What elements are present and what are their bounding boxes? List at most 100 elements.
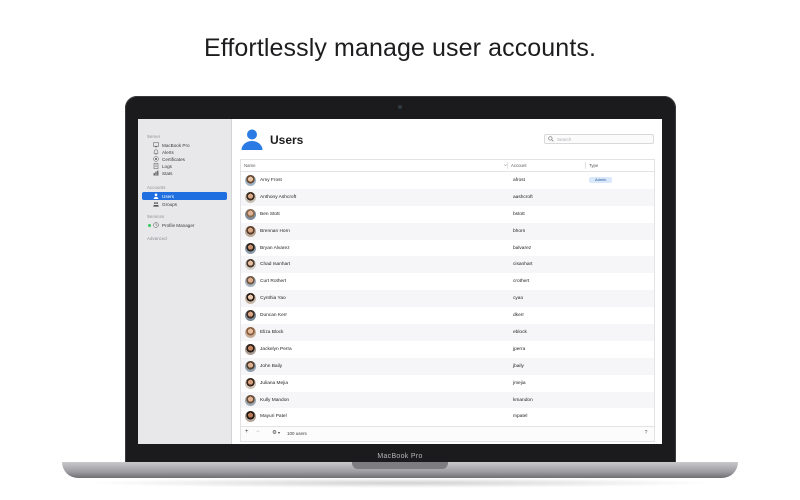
status-running-dot [148, 223, 151, 227]
sidebar-item-groups[interactable]: Groups [142, 200, 227, 208]
app-window: Server MacBook Pro Alerts Certificates L… [138, 119, 662, 444]
sidebar-section-server: Server [147, 134, 161, 139]
table-body: Amy Frost afrost Admin Anthony Ashcroft … [241, 172, 654, 425]
sidebar-item-label: MacBook Pro [162, 142, 190, 148]
chevron-down-icon: ▾ [277, 429, 280, 435]
user-account: balvarez [513, 245, 532, 251]
column-header-type[interactable]: Type [589, 163, 598, 168]
user-account: aashcroft [513, 194, 533, 200]
sidebar-item-stats[interactable]: Stats [142, 169, 227, 177]
help-button[interactable]: ? [642, 429, 650, 437]
user-name: John Baily [260, 363, 283, 369]
table-row[interactable]: Jackelyn Perra jperra [241, 341, 654, 358]
avatar [245, 394, 256, 406]
user-name: Mayuri Patel [260, 414, 287, 420]
sidebar-item-label: Logs [162, 163, 172, 169]
user-account: eblock [513, 330, 527, 336]
sidebar-item-label: Certificates [162, 156, 185, 162]
sidebar-item-label: Profile Manager [162, 222, 195, 228]
table-row[interactable]: Chad Isanhart cisanhart [241, 256, 654, 274]
sidebar-section-advanced[interactable]: Advanced [147, 236, 167, 241]
user-name: Eliza Block [260, 330, 284, 336]
sidebar-item-label: Stats [162, 170, 173, 176]
sidebar-section-services: Services [147, 214, 165, 219]
table-row[interactable]: Mayuri Patel mpatel [241, 408, 654, 425]
avatar [245, 377, 256, 389]
table-row[interactable]: Eliza Block eblock [241, 324, 654, 341]
column-divider[interactable] [507, 162, 508, 169]
user-account: jperra [513, 346, 526, 352]
headline: Effortlessly manage user accounts. [203, 34, 597, 62]
user-name: Amy Frost [260, 178, 282, 183]
user-name: Cynthia Yao [260, 296, 286, 302]
user-name: Jackelyn Perra [260, 346, 292, 352]
avatar [245, 175, 256, 186]
avatar [245, 310, 256, 322]
avatar [245, 343, 256, 355]
table-row[interactable]: Juliana Mejia jmejia [241, 375, 654, 392]
search-icon [548, 136, 554, 142]
user-account: afrost [513, 178, 525, 183]
avatar [245, 293, 256, 305]
users-header-icon [241, 128, 263, 155]
add-user-button[interactable]: + [245, 429, 249, 435]
camera [398, 105, 402, 109]
avatar [245, 360, 256, 372]
avatar [245, 208, 256, 220]
user-name: Anthony Ashcroft [260, 194, 297, 200]
search-field[interactable] [544, 134, 654, 144]
user-name: Curt Rothert [260, 279, 287, 285]
column-header-name[interactable]: Name [244, 163, 255, 168]
table-row[interactable]: Curt Rothert crothert [241, 273, 654, 290]
laptop-shadow [80, 478, 720, 488]
sidebar: Server MacBook Pro Alerts Certificates L… [138, 119, 232, 444]
avatar [245, 225, 256, 237]
column-header-account[interactable]: Account [511, 163, 527, 168]
avatar [245, 242, 256, 254]
sidebar-item-profile-manager[interactable]: Profile Manager [142, 221, 227, 229]
table-row[interactable]: Cynthia Yao cyao [241, 290, 654, 308]
table-row[interactable]: Kully Mandon kmandon [241, 391, 654, 409]
user-count: 100 users [287, 431, 307, 436]
user-account: dkerr [513, 313, 524, 319]
stats-icon [153, 170, 159, 176]
user-icon [153, 193, 159, 199]
avatar [245, 259, 256, 271]
avatar [245, 191, 256, 203]
table-header: Name Account Type [241, 160, 654, 172]
user-account: kmandon [513, 397, 533, 403]
gear-menu-button[interactable]: ⚙▾ [272, 430, 280, 436]
user-name: Kully Mandon [260, 397, 290, 403]
column-divider[interactable] [585, 162, 586, 169]
sidebar-item-label: Alerts [162, 149, 174, 155]
table-row[interactable]: John Baily jbaily [241, 357, 654, 375]
table-row[interactable]: Anthony Ashcroft aashcroft [241, 188, 654, 206]
admin-badge: Admin [589, 177, 613, 183]
user-name: Ben Stott [260, 211, 280, 217]
group-icon [153, 201, 159, 207]
table-row[interactable]: Duncan Kerr dkerr [241, 307, 654, 324]
user-account: mpatel [513, 414, 528, 420]
user-name: Chad Isanhart [260, 262, 291, 268]
sidebar-item-users[interactable]: Users [142, 192, 227, 200]
user-account: crothert [513, 279, 530, 285]
user-name: Brennan Horn [260, 228, 290, 234]
page-title: Users [270, 133, 304, 147]
user-name: Bryan Alvarez [260, 245, 290, 251]
table-footer: + − ⚙▾ 100 users ? [240, 426, 655, 442]
user-account: jmejia [513, 380, 526, 386]
table-row[interactable]: Ben Stott bstott [241, 206, 654, 223]
avatar [245, 276, 256, 288]
table-row[interactable]: Bryan Alvarez balvarez [241, 240, 654, 257]
user-account: bhorn [513, 228, 526, 234]
remove-user-button[interactable]: − [256, 429, 260, 435]
gear-icon: ⚙ [272, 429, 277, 436]
user-name: Juliana Mejia [260, 380, 288, 386]
search-input[interactable] [557, 135, 647, 143]
device-label: MacBook Pro [377, 453, 423, 460]
avatar [245, 411, 256, 423]
table-row[interactable]: Amy Frost afrost Admin [241, 172, 654, 189]
user-account: cyao [513, 296, 524, 302]
avatar [245, 327, 256, 339]
table-row[interactable]: Brennan Horn bhorn [241, 222, 654, 240]
